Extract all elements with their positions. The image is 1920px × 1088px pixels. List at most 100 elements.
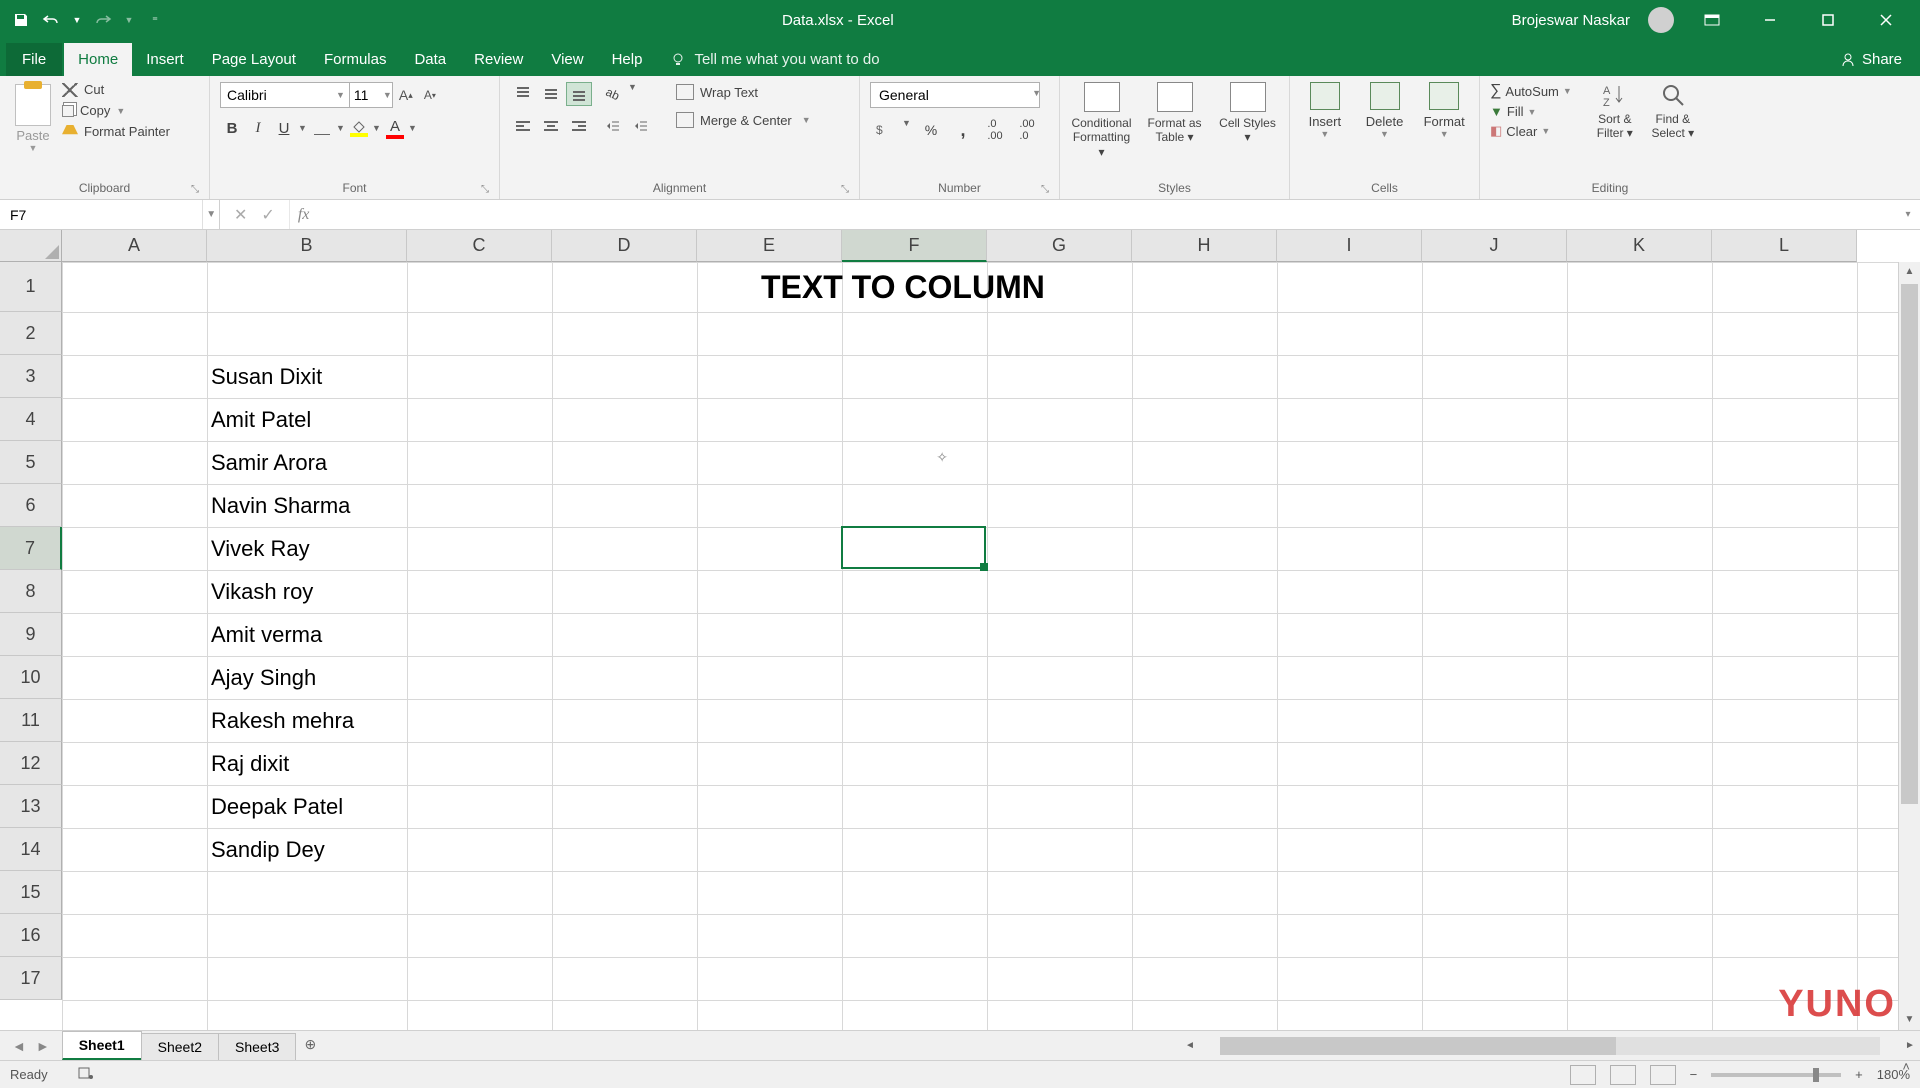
horizontal-scroll-thumb[interactable] xyxy=(1220,1037,1616,1055)
macro-record-icon[interactable] xyxy=(78,1066,94,1083)
fx-icon[interactable]: fx xyxy=(290,200,318,229)
row-header[interactable]: 6 xyxy=(0,484,62,527)
align-right-button[interactable] xyxy=(566,114,592,138)
row-header[interactable]: 8 xyxy=(0,570,62,613)
horizontal-scrollbar[interactable]: ◄ ► xyxy=(1180,1031,1920,1060)
copy-button[interactable]: Copy▼ xyxy=(62,103,170,118)
select-all-corner[interactable] xyxy=(0,230,62,262)
tab-view[interactable]: View xyxy=(537,43,597,76)
column-header[interactable]: C xyxy=(407,230,552,262)
cell-content[interactable]: Amit Patel xyxy=(207,398,311,441)
maximize-button[interactable] xyxy=(1808,0,1848,40)
bold-button[interactable]: B xyxy=(220,116,244,140)
column-header[interactable]: D xyxy=(552,230,697,262)
tab-insert[interactable]: Insert xyxy=(132,43,198,76)
formula-input[interactable] xyxy=(317,200,1896,229)
row-header[interactable]: 1 xyxy=(0,262,62,312)
avatar[interactable] xyxy=(1648,7,1674,33)
qat-customize-icon[interactable]: ⁼ xyxy=(146,11,164,29)
merge-center-button[interactable]: Merge & Center▼ xyxy=(670,110,817,130)
cell-content[interactable]: Amit verma xyxy=(207,613,322,656)
percent-button[interactable]: % xyxy=(918,118,944,142)
increase-decimal-button[interactable]: .0.00 xyxy=(982,118,1008,142)
format-cells-button[interactable]: Format▼ xyxy=(1419,82,1469,179)
underline-button[interactable]: U xyxy=(272,116,296,140)
column-header[interactable]: A xyxy=(62,230,207,262)
row-header[interactable]: 10 xyxy=(0,656,62,699)
row-header[interactable]: 4 xyxy=(0,398,62,441)
undo-icon[interactable] xyxy=(42,11,60,29)
align-left-button[interactable] xyxy=(510,114,536,138)
page-break-view-button[interactable] xyxy=(1650,1065,1676,1085)
cell-content[interactable]: Deepak Patel xyxy=(207,785,343,828)
insert-cells-button[interactable]: Insert▼ xyxy=(1300,82,1350,179)
row-header[interactable]: 9 xyxy=(0,613,62,656)
cell-content[interactable]: Vikash roy xyxy=(207,570,313,613)
undo-dropdown-icon[interactable]: ▼ xyxy=(72,11,82,29)
minimize-button[interactable] xyxy=(1750,0,1790,40)
vertical-scroll-thumb[interactable] xyxy=(1901,284,1918,804)
scroll-right-icon[interactable]: ► xyxy=(1900,1040,1920,1051)
column-header[interactable]: I xyxy=(1277,230,1422,262)
column-header[interactable]: K xyxy=(1567,230,1712,262)
share-button[interactable]: Share xyxy=(1822,43,1920,76)
alignment-launcher-icon[interactable]: ⤡ xyxy=(841,184,849,195)
column-header[interactable]: E xyxy=(697,230,842,262)
cell-content[interactable]: Sandip Dey xyxy=(207,828,325,871)
cell-content[interactable]: Ajay Singh xyxy=(207,656,316,699)
orientation-dropdown-icon[interactable]: ▼ xyxy=(628,82,638,106)
align-bottom-button[interactable] xyxy=(566,82,592,106)
number-format-select[interactable] xyxy=(870,82,1040,108)
align-center-button[interactable] xyxy=(538,114,564,138)
fill-button[interactable]: ▼Fill▼ xyxy=(1490,104,1572,119)
scroll-down-icon[interactable]: ▼ xyxy=(1899,1010,1920,1030)
column-header[interactable]: F xyxy=(842,230,987,262)
redo-icon[interactable] xyxy=(94,11,112,29)
selected-cell[interactable] xyxy=(841,526,986,569)
enter-formula-icon[interactable]: ✓ xyxy=(261,205,274,225)
column-header[interactable]: L xyxy=(1712,230,1857,262)
cell-content[interactable]: Rakesh mehra xyxy=(207,699,354,742)
orientation-button[interactable]: ab xyxy=(600,82,626,106)
row-header[interactable]: 5 xyxy=(0,441,62,484)
accounting-dropdown-icon[interactable]: ▼ xyxy=(902,118,912,142)
cell-content[interactable]: Navin Sharma xyxy=(207,484,350,527)
format-as-table-button[interactable]: Format as Table ▾ xyxy=(1143,82,1206,179)
comma-button[interactable]: , xyxy=(950,118,976,142)
delete-cells-button[interactable]: Delete▼ xyxy=(1360,82,1410,179)
font-name-input[interactable] xyxy=(220,82,350,108)
column-header[interactable]: H xyxy=(1132,230,1277,262)
expand-formula-bar-icon[interactable]: ▾ xyxy=(1896,200,1920,229)
column-header[interactable]: J xyxy=(1422,230,1567,262)
cancel-formula-icon[interactable]: ✕ xyxy=(234,205,247,225)
column-header[interactable]: G xyxy=(987,230,1132,262)
paste-button[interactable]: Paste ▼ xyxy=(10,82,56,179)
format-painter-button[interactable]: Format Painter xyxy=(62,124,170,139)
tell-me-search[interactable]: Tell me what you want to do xyxy=(656,43,893,76)
sheet-nav-first-icon[interactable]: ◄ xyxy=(12,1038,26,1054)
tab-page-layout[interactable]: Page Layout xyxy=(198,43,310,76)
ribbon-display-icon[interactable] xyxy=(1692,0,1732,40)
name-box-dropdown-icon[interactable]: ▼ xyxy=(202,200,219,229)
cut-button[interactable]: Cut xyxy=(62,82,170,97)
cell-content[interactable]: Raj dixit xyxy=(207,742,289,785)
fill-color-dropdown-icon[interactable]: ▼ xyxy=(372,123,382,133)
row-header[interactable]: 7 xyxy=(0,527,62,570)
wrap-text-button[interactable]: Wrap Text xyxy=(670,82,817,102)
underline-dropdown-icon[interactable]: ▼ xyxy=(298,123,308,133)
scroll-left-icon[interactable]: ◄ xyxy=(1180,1040,1200,1051)
fill-color-button[interactable] xyxy=(348,119,370,137)
add-sheet-button[interactable]: ⊕ xyxy=(295,1031,325,1060)
save-icon[interactable] xyxy=(12,11,30,29)
clear-button[interactable]: ◧Clear▼ xyxy=(1490,123,1572,139)
row-header[interactable]: 15 xyxy=(0,871,62,914)
normal-view-button[interactable] xyxy=(1570,1065,1596,1085)
increase-font-icon[interactable]: A▴ xyxy=(396,84,416,106)
font-color-button[interactable]: A xyxy=(384,118,406,139)
sort-filter-button[interactable]: AZSort & Filter ▾ xyxy=(1590,82,1640,179)
font-color-dropdown-icon[interactable]: ▼ xyxy=(408,123,418,133)
row-header[interactable]: 13 xyxy=(0,785,62,828)
cell-styles-button[interactable]: Cell Styles ▾ xyxy=(1216,82,1279,179)
username-label[interactable]: Brojeswar Naskar xyxy=(1512,12,1630,29)
sheet-tab[interactable]: Sheet3 xyxy=(218,1033,296,1060)
